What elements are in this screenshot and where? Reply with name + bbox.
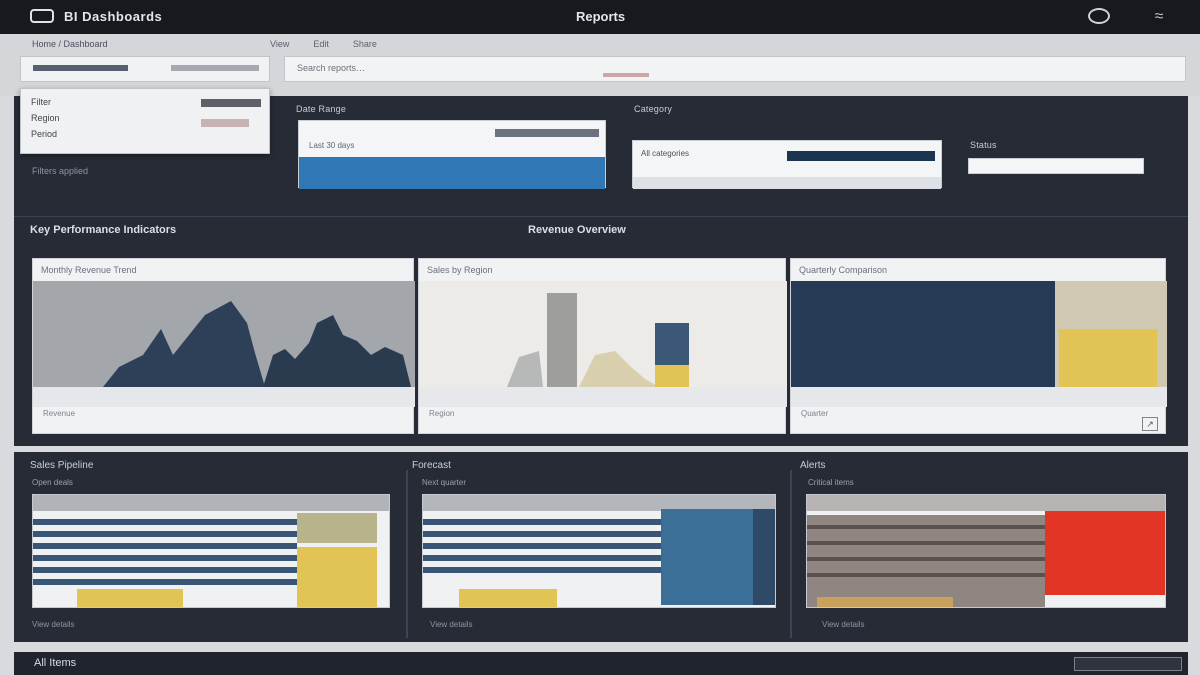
filters-hint: Filters applied [32, 166, 89, 176]
app-title: BI Dashboards [64, 9, 163, 24]
wifi-icon[interactable]: ≈ [1144, 7, 1174, 27]
filter-panel-title: Date Range [296, 104, 347, 114]
dropdown-trigger-bar-secondary [171, 65, 259, 71]
filter-panel-title: Category [634, 104, 673, 114]
chart-bar [791, 281, 1055, 387]
logo-icon [30, 9, 54, 23]
bottom-bar: All Items [14, 652, 1188, 675]
chart-title: Sales by Region [427, 265, 493, 275]
filter-dropdown-trigger[interactable] [20, 56, 270, 82]
column-divider [790, 470, 792, 638]
panel-title: Forecast [412, 460, 451, 471]
dropdown-item-region[interactable]: Region [31, 113, 60, 123]
panel-footer-link[interactable]: View details [430, 620, 473, 629]
chart-card: Sales by Region Region [418, 258, 787, 434]
chart-bar [1059, 329, 1157, 387]
globe-icon[interactable] [1088, 8, 1110, 24]
panel-subtitle: Open deals [32, 478, 73, 487]
expand-icon[interactable]: ↗ [1142, 417, 1158, 431]
page-title: Reports [576, 9, 626, 24]
breadcrumb[interactable]: Home / Dashboard [32, 39, 108, 49]
chart-legend: Region [429, 409, 455, 418]
chart-1-svg [33, 281, 415, 407]
dropdown-item-filter[interactable]: Filter [31, 97, 51, 107]
dropdown-item-swatch [201, 119, 249, 127]
menu-link-view[interactable]: View [270, 39, 289, 49]
chart-bar [547, 293, 577, 387]
category-value: All categories [641, 149, 690, 158]
chart-axis [791, 387, 1167, 407]
chart-title: Monthly Revenue Trend [41, 265, 137, 275]
panel-subtitle: Critical items [808, 478, 854, 487]
menu-link-share[interactable]: Share [353, 39, 377, 49]
chart-card: Monthly Revenue Trend Revenue [32, 258, 415, 434]
chart-bar [655, 365, 689, 387]
alerts-table [806, 494, 1166, 608]
pipeline-table [32, 494, 390, 608]
bottom-dropdown[interactable] [1074, 657, 1182, 671]
panel-title: Sales Pipeline [30, 460, 94, 471]
dropdown-trigger-bar [33, 65, 128, 71]
panel-subtitle: Next quarter [422, 478, 467, 487]
forecast-table [422, 494, 776, 608]
menu-links: View Edit Share [270, 39, 377, 49]
divider [14, 216, 1188, 217]
column-divider [406, 470, 408, 638]
chart-title: Quarterly Comparison [799, 265, 888, 275]
date-range-widget[interactable]: Last 30 days [298, 120, 606, 189]
panel-footer-link[interactable]: View details [822, 620, 865, 629]
search-indicator [603, 73, 649, 77]
section-title: Key Performance Indicators [30, 224, 177, 236]
chart-3-svg [791, 281, 1167, 407]
filter-dropdown-menu: Filter Region Period [20, 88, 270, 154]
chart-axis [33, 387, 415, 407]
chart-axis [419, 387, 787, 407]
bottom-label: All Items [34, 657, 77, 669]
panel-title: Alerts [800, 460, 826, 471]
date-range-value: Last 30 days [309, 141, 355, 150]
chart-legend: Revenue [43, 409, 76, 418]
dropdown-item-period[interactable]: Period [31, 129, 57, 139]
search-input[interactable]: Search reports… [284, 56, 1186, 82]
chart-card: Quarterly Comparison Quarter [790, 258, 1167, 434]
filter-panel-title: Status [970, 140, 997, 150]
menu-link-edit[interactable]: Edit [313, 39, 329, 49]
dropdown-item-swatch [201, 99, 261, 107]
chart-2-svg [419, 281, 787, 407]
search-placeholder: Search reports… [297, 63, 366, 73]
top-bar: BI Dashboards Reports ≈ [0, 0, 1200, 34]
section-center-title: Revenue Overview [528, 224, 626, 236]
category-widget[interactable]: All categories [632, 140, 942, 189]
panel-footer-link[interactable]: View details [32, 620, 75, 629]
status-input[interactable] [968, 158, 1144, 174]
chart-legend: Quarter [801, 409, 829, 418]
